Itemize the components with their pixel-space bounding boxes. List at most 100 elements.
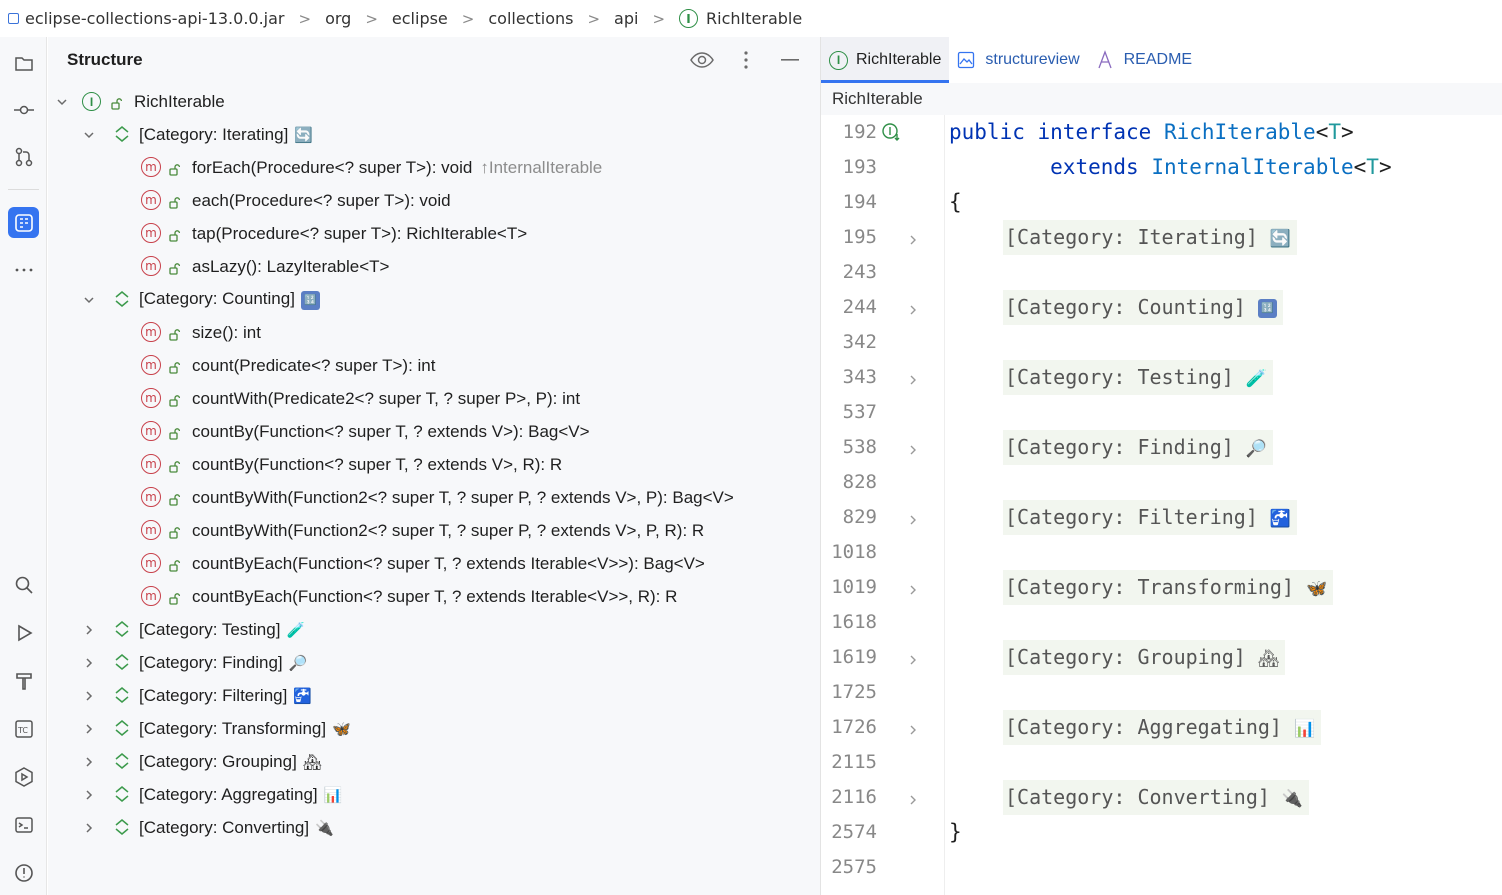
problems-icon[interactable]: [8, 857, 39, 888]
tree-category-row[interactable]: [Category: Counting] 🔢: [48, 283, 820, 316]
chevron-down-icon[interactable]: [82, 293, 96, 307]
implemented-icon[interactable]: [881, 122, 901, 142]
tree-category-row[interactable]: [Category: Finding] 🔎: [48, 646, 820, 679]
fold-expand-icon[interactable]: [907, 721, 921, 735]
tab-richiterable[interactable]: I RichIterable: [821, 37, 950, 83]
breadcrumb-org[interactable]: org: [325, 9, 351, 28]
code-area[interactable]: public interface RichIterable<T> extends…: [949, 115, 1502, 895]
tree-category-row[interactable]: [Category: Converting] 🔌: [48, 811, 820, 844]
minimize-icon[interactable]: [778, 49, 802, 71]
tree-category-row[interactable]: [Category: Grouping] 🏘: [48, 745, 820, 778]
services-icon[interactable]: [8, 761, 39, 792]
folded-category-region[interactable]: [Category: Counting] 🔢: [1003, 290, 1283, 325]
public-lock-icon: [111, 95, 123, 110]
panel-title: Structure: [67, 50, 143, 69]
tree-method-row[interactable]: m countByEach(Function<? super T, ? exten…: [48, 547, 820, 580]
emoji-icon: 🔢: [1257, 299, 1277, 318]
tree-method-row[interactable]: m countWith(Predicate2<? super T, ? super…: [48, 382, 820, 415]
tab-readme[interactable]: README: [1088, 37, 1200, 83]
fold-expand-icon[interactable]: [907, 371, 921, 385]
code-line-close-brace: }: [949, 820, 962, 844]
code-line-open-brace: {: [949, 190, 962, 214]
run-icon[interactable]: [8, 617, 39, 648]
folded-category-region[interactable]: [Category: Iterating] 🔄: [1003, 220, 1298, 255]
tree-method-row[interactable]: m size(): int: [48, 316, 820, 349]
fold-expand-icon[interactable]: [907, 651, 921, 665]
fold-expand-icon[interactable]: [907, 441, 921, 455]
svg-text:TC: TC: [17, 726, 28, 735]
tree-method-row[interactable]: m countByEach(Function<? super T, ? exten…: [48, 580, 820, 613]
tree-method-label: countByEach(Function<? super T, ? extend…: [192, 553, 705, 573]
tree-method-label: each(Procedure<? super T>): void: [192, 190, 451, 210]
fold-expand-icon[interactable]: [907, 511, 921, 525]
breadcrumb-collections[interactable]: collections: [488, 9, 573, 28]
chevron-right-icon[interactable]: [82, 722, 96, 736]
tree-method-label: countBy(Function<? super T, ? extends V>…: [192, 454, 563, 474]
tree-category-label: [Category: Finding] 🔎: [139, 652, 308, 672]
tree-method-row[interactable]: m count(Predicate<? super T>): int: [48, 349, 820, 382]
chevron-down-icon[interactable]: [82, 128, 96, 142]
emoji-icon: 🔌: [1281, 789, 1304, 809]
chevron-right-icon[interactable]: [82, 689, 96, 703]
tree-method-row[interactable]: m tap(Procedure<? super T>): RichIterable…: [48, 217, 820, 250]
more-icon[interactable]: [8, 254, 39, 285]
chevron-right-icon[interactable]: [82, 656, 96, 670]
emoji-icon: 🦋: [1305, 579, 1328, 599]
tree-method-row[interactable]: m each(Procedure<? super T>): void: [48, 184, 820, 217]
terminal-tc-icon[interactable]: TC: [8, 713, 39, 744]
fold-expand-icon[interactable]: [907, 791, 921, 805]
category-region-icon: [113, 290, 131, 308]
chevron-right-icon[interactable]: [82, 755, 96, 769]
folded-category-region[interactable]: [Category: Filtering] 🚰: [1003, 500, 1298, 535]
structure-icon[interactable]: [8, 207, 39, 238]
options-icon[interactable]: [734, 49, 758, 71]
emoji-icon: 🧪: [1245, 369, 1267, 389]
tree-category-label: [Category: Transforming] 🦋: [139, 718, 351, 738]
breadcrumb-api[interactable]: api: [614, 9, 638, 28]
emoji-icon: 📊: [323, 786, 343, 804]
tree-method-row[interactable]: m asLazy(): LazyIterable<T>: [48, 250, 820, 283]
search-icon[interactable]: [8, 569, 39, 600]
folded-category-region[interactable]: [Category: Aggregating] 📊: [1003, 710, 1322, 745]
folded-category-region[interactable]: [Category: Converting] 🔌: [1003, 780, 1310, 815]
chevron-right-icon[interactable]: [82, 821, 96, 835]
tree-category-row[interactable]: [Category: Transforming] 🦋: [48, 712, 820, 745]
method-icon: m: [141, 256, 161, 276]
folded-category-region[interactable]: [Category: Testing] 🧪: [1003, 360, 1273, 395]
terminal-icon[interactable]: [8, 809, 39, 840]
folded-category-region[interactable]: [Category: Transforming] 🦋: [1003, 570, 1334, 605]
folded-category-region[interactable]: [Category: Finding] 🔎: [1003, 430, 1273, 465]
method-icon: m: [141, 355, 161, 375]
chevron-right-icon[interactable]: [82, 788, 96, 802]
tab-structureview[interactable]: structureview: [949, 37, 1087, 83]
build-hammer-icon[interactable]: [8, 665, 39, 696]
emoji-icon: 🧪: [286, 621, 306, 639]
tree-method-row[interactable]: m countBy(Function<? super T, ? extends V…: [48, 415, 820, 448]
fold-expand-icon[interactable]: [907, 231, 921, 245]
breadcrumb-eclipse[interactable]: eclipse: [392, 9, 448, 28]
tree-category-row[interactable]: [Category: Testing] 🧪: [48, 613, 820, 646]
project-folder-icon[interactable]: [8, 47, 39, 78]
eye-icon[interactable]: [690, 49, 714, 71]
chevron-down-icon[interactable]: [55, 95, 69, 109]
method-icon: m: [141, 157, 161, 177]
breadcrumb-jar[interactable]: eclipse-collections-api-13.0.0.jar: [8, 9, 285, 28]
tree-method-row[interactable]: m forEach(Procedure<? super T>): void ↑Int…: [48, 151, 820, 184]
public-lock-icon: [169, 260, 181, 275]
breadcrumb-richiterable[interactable]: I RichIterable: [679, 9, 802, 28]
tree-category-row[interactable]: [Category: Aggregating] 📊: [48, 778, 820, 811]
folded-category-region[interactable]: [Category: Grouping] 🏘: [1003, 640, 1286, 675]
line-number: 537: [842, 401, 877, 423]
chevron-right-icon[interactable]: [82, 623, 96, 637]
tree-root[interactable]: I RichIterable: [48, 85, 820, 118]
tree-category-row[interactable]: [Category: Iterating] 🔄: [48, 118, 820, 151]
editor-breadcrumb[interactable]: RichIterable: [821, 83, 1502, 115]
commit-icon[interactable]: [8, 94, 39, 125]
tree-method-row[interactable]: m countByWith(Function2<? super T, ? supe…: [48, 514, 820, 547]
tree-method-row[interactable]: m countBy(Function<? super T, ? extends V…: [48, 448, 820, 481]
tree-category-row[interactable]: [Category: Filtering] 🚰: [48, 679, 820, 712]
fold-expand-icon[interactable]: [907, 581, 921, 595]
tree-method-row[interactable]: m countByWith(Function2<? super T, ? supe…: [48, 481, 820, 514]
fold-expand-icon[interactable]: [907, 301, 921, 315]
pull-requests-icon[interactable]: [8, 141, 39, 172]
